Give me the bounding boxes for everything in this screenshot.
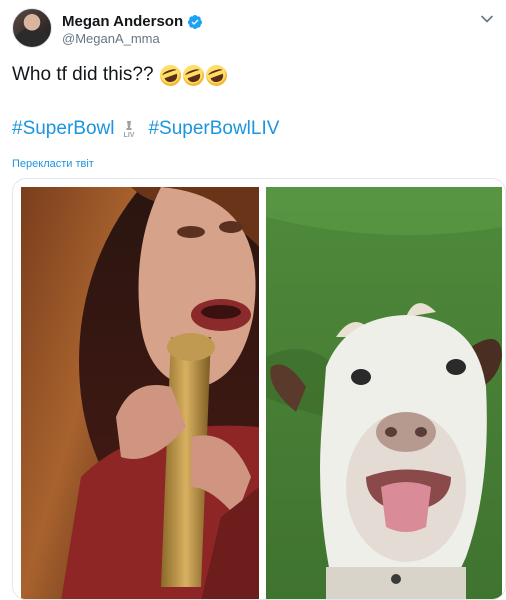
rolling-on-floor-laughing-icon [179,61,207,89]
translate-tweet-link[interactable]: Перекласти твіт [12,158,94,170]
goat-image-graphic [266,187,502,599]
emoji-group [156,61,230,89]
rolling-on-floor-laughing-icon [202,61,230,89]
super-bowl-lv-icon: LIV [124,121,135,139]
rolling-on-floor-laughing-icon [156,61,184,89]
avatar[interactable] [12,8,52,48]
tweet-text-body: Who tf did this?? [12,64,154,85]
verified-badge-icon [188,14,203,29]
goat-image[interactable] [266,187,502,599]
svg-text:LIV: LIV [124,132,135,139]
singer-image[interactable] [21,187,259,599]
media-container[interactable] [12,178,506,600]
author-name-row[interactable]: Megan Anderson [62,13,203,30]
singer-image-graphic [21,187,259,599]
author-handle[interactable]: @MeganA_mma [62,31,160,46]
hashtag-superbowl-liv[interactable]: #SuperBowlLIV [148,117,279,141]
chevron-down-icon[interactable] [480,12,494,26]
hashtag-row: #SuperBowl LIV #SuperBowlLIV [12,117,279,141]
tweet-text: Who tf did this?? [12,61,230,89]
display-name[interactable]: Megan Anderson [62,13,183,30]
hashtag-superbowl[interactable]: #SuperBowl [12,117,114,141]
tweet-card: Megan Anderson @MeganA_mma Who tf did th… [0,0,506,600]
